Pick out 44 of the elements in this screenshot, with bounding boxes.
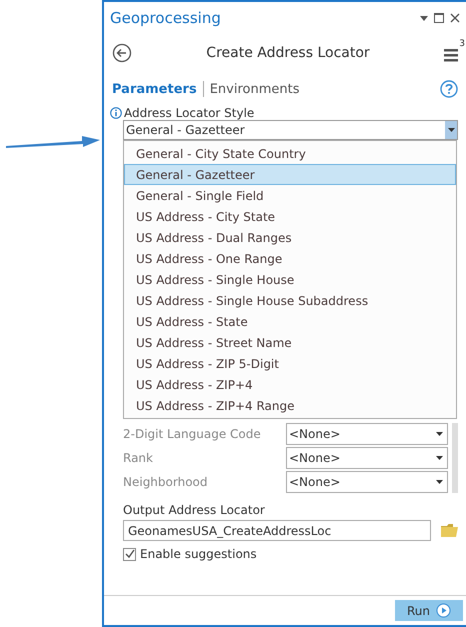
help-icon[interactable] xyxy=(440,80,458,98)
tab[interactable]: Parameters xyxy=(112,82,203,96)
parameter-label: 2-Digit Language Code xyxy=(123,427,262,441)
menu-icon[interactable] xyxy=(444,48,458,62)
field-label: Address Locator Style xyxy=(124,106,254,120)
checkbox[interactable] xyxy=(123,548,136,560)
maximize-icon[interactable] xyxy=(434,13,444,23)
dropdown-option[interactable]: US Address - ZIP+4 xyxy=(124,374,456,395)
dropdown-option[interactable]: US Address - Single House xyxy=(124,269,456,290)
scrollbar[interactable] xyxy=(452,423,458,493)
style-dropdown[interactable]: General - Gazetteer xyxy=(123,120,458,140)
dropdown-option[interactable]: General - Single Field xyxy=(124,185,456,206)
parameter-select[interactable]: <None> xyxy=(286,471,448,493)
dropdown-option[interactable]: US Address - Street Name xyxy=(124,332,456,353)
run-button[interactable]: Run xyxy=(395,600,463,621)
dropdown-option[interactable]: US Address - State xyxy=(124,311,456,332)
dropdown-option[interactable]: US Address - ZIP 5-Digit xyxy=(124,353,456,374)
dropdown-option[interactable]: US Address - Dual Ranges xyxy=(124,227,456,248)
dropdown-option[interactable]: US Address - City State xyxy=(124,206,456,227)
tab[interactable]: Environments xyxy=(210,82,306,96)
parameter-select[interactable]: <None> xyxy=(286,447,448,469)
parameter-select[interactable]: <None> xyxy=(286,423,448,445)
dropdown-option[interactable]: US Address - ZIP+4 Range xyxy=(124,395,456,416)
count-label: 3 xyxy=(459,39,465,49)
caret-icon[interactable] xyxy=(436,432,443,436)
back-icon[interactable] xyxy=(112,43,132,63)
field-label: Output Address Locator xyxy=(123,503,265,517)
close-icon[interactable] xyxy=(450,13,460,23)
output-field[interactable]: GeonamesUSA_CreateAddressLoc xyxy=(123,520,431,541)
dropdown-option[interactable]: General - Gazetteer xyxy=(124,164,456,185)
parameter-label: Rank xyxy=(123,451,154,465)
caret-icon[interactable] xyxy=(445,121,457,139)
tool-title: Create Address Locator xyxy=(205,45,371,61)
dropdown-option[interactable]: US Address - Single House Subaddress xyxy=(124,290,456,311)
info-icon[interactable] xyxy=(110,107,122,119)
parameter-label: Neighborhood xyxy=(123,475,209,489)
caret-icon[interactable] xyxy=(436,480,443,484)
play-icon xyxy=(436,603,451,618)
dropdown-option[interactable]: US Address - One Range xyxy=(124,248,456,269)
caret-icon[interactable] xyxy=(436,456,443,460)
checkbox-label: Enable suggestions xyxy=(140,547,257,561)
window-title: Geoprocessing xyxy=(110,9,222,27)
dropdown-icon[interactable] xyxy=(420,16,428,20)
dropdown-option[interactable]: General - City State Country xyxy=(124,143,456,164)
